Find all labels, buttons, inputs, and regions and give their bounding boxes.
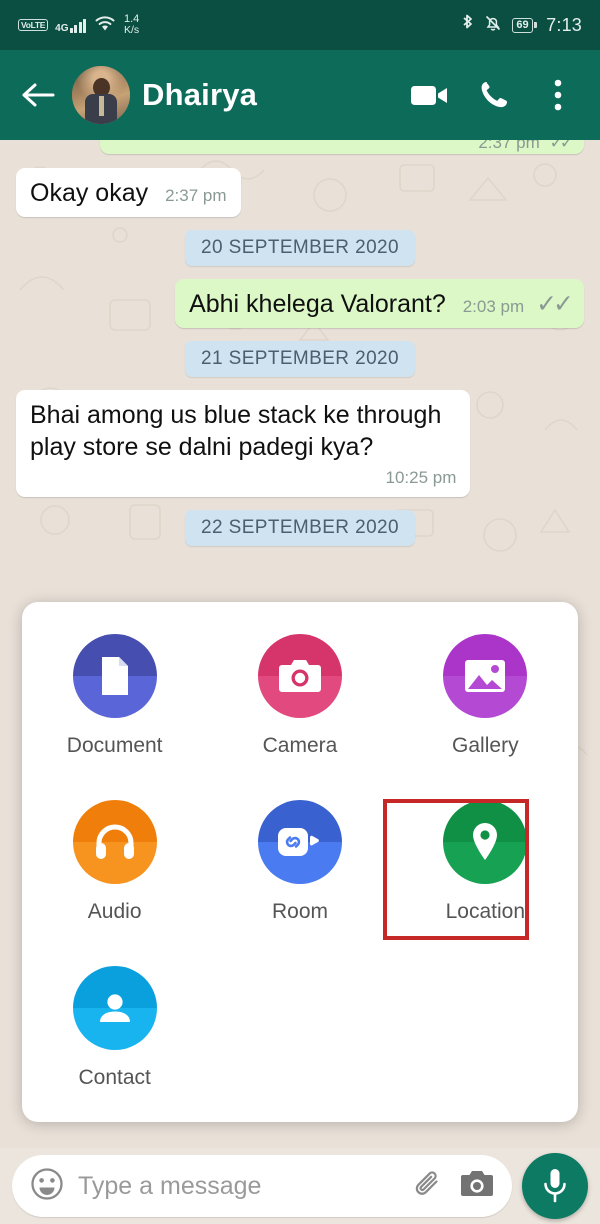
attachment-row-2: Audio Room Location (22, 800, 578, 924)
message-text: Bhai among us blue stack ke through play… (30, 401, 442, 461)
date-chip: 22 SEPTEMBER 2020 (185, 509, 415, 546)
read-receipt-icon: ✓✓ (549, 140, 574, 152)
attachment-label: Contact (78, 1066, 151, 1089)
attachment-label: Location (445, 900, 526, 923)
person-icon[interactable] (72, 966, 157, 1050)
clipped-outgoing-bubble[interactable]: 2:37 pm ✓✓ (100, 140, 584, 154)
attachment-option-camera[interactable]: Camera (207, 634, 392, 758)
status-bar-right: 69 7:13 (461, 13, 582, 38)
document-icon[interactable] (72, 634, 157, 718)
attachment-row-1: Document Camera Gallery (22, 634, 578, 758)
attachment-label: Room (271, 900, 328, 923)
message-input-bar: Type a message (0, 1148, 600, 1224)
attachment-label: Document (66, 734, 163, 757)
read-receipt-icon: ✓✓ (536, 290, 574, 318)
date-chip: 20 SEPTEMBER 2020 (185, 230, 415, 266)
volte-icon: VoLTE (18, 18, 49, 32)
voice-record-button[interactable] (522, 1153, 588, 1219)
date-separator-row: 21 SEPTEMBER 2020 (16, 341, 584, 377)
back-arrow-icon[interactable] (16, 73, 60, 117)
paperclip-icon[interactable] (412, 1167, 446, 1206)
attachment-option-gallery[interactable]: Gallery (393, 634, 578, 758)
camera-icon[interactable] (460, 1169, 494, 1204)
attachment-option-audio[interactable]: Audio (22, 800, 207, 924)
headphones-icon[interactable] (72, 800, 157, 884)
message-time: 2:37 pm (165, 186, 227, 205)
wifi-icon (93, 14, 117, 37)
status-bar-left: VoLTE 4G 1.4 K/s (18, 14, 139, 37)
message-text: Okay okay (30, 179, 149, 207)
message-placeholder[interactable]: Type a message (78, 1172, 398, 1201)
page-title[interactable]: Dhairya (142, 77, 392, 113)
chat-header: Dhairya (0, 50, 600, 140)
attachment-row-3: Contact (22, 966, 578, 1090)
status-bar-clock: 7:13 (546, 14, 582, 35)
gallery-icon[interactable] (443, 634, 528, 718)
phone-call-icon[interactable] (468, 69, 520, 121)
date-separator-row: 20 SEPTEMBER 2020 (16, 230, 584, 266)
avatar[interactable] (72, 66, 130, 124)
more-options-icon[interactable] (532, 69, 584, 121)
bluetooth-icon (461, 13, 474, 38)
message-row: Okay okay 2:37 pm (16, 168, 584, 217)
camera-icon[interactable] (257, 634, 342, 718)
status-bar: VoLTE 4G 1.4 K/s 69 7:13 (0, 0, 600, 50)
message-time: 2:03 pm (462, 297, 525, 316)
signal-bars-icon: 4G (55, 18, 86, 33)
attachment-label: Audio (87, 900, 142, 923)
microphone-icon (544, 1169, 566, 1203)
message-time: 10:25 pm (385, 468, 457, 487)
incoming-message-bubble[interactable]: Okay okay 2:37 pm (16, 168, 241, 217)
data-rate-indicator: 1.4 K/s (124, 13, 140, 36)
messenger-room-icon[interactable] (257, 800, 342, 884)
attachment-label: Camera (262, 734, 338, 757)
date-chip: 21 SEPTEMBER 2020 (185, 341, 415, 377)
message-row: Bhai among us blue stack ke through play… (16, 390, 584, 497)
attachment-option-document[interactable]: Document (22, 634, 207, 758)
incoming-message-bubble[interactable]: Bhai among us blue stack ke through play… (16, 390, 471, 497)
message-meta: 2:37 pm ✓✓ (478, 140, 574, 153)
attachment-option-location[interactable]: Location (393, 800, 578, 924)
attachment-label: Gallery (452, 734, 519, 757)
battery-icon: 69 (512, 17, 538, 33)
video-call-icon[interactable] (404, 69, 456, 121)
attachment-option-contact[interactable]: Contact (22, 966, 207, 1090)
message-text: Abhi khelega Valorant? (189, 290, 446, 318)
emoji-smiley-icon[interactable] (30, 1167, 64, 1206)
location-pin-icon[interactable] (443, 800, 528, 884)
date-separator-row: 22 SEPTEMBER 2020 (16, 509, 584, 546)
attachment-option-room[interactable]: Room (207, 800, 392, 924)
message-input-field[interactable]: Type a message (12, 1155, 512, 1217)
attachment-panel[interactable]: Document Camera Gallery Audio Room Locat… (22, 602, 578, 1122)
mute-icon (483, 13, 503, 38)
message-row: Abhi khelega Valorant? 2:03 pm ✓✓ (16, 279, 584, 328)
outgoing-message-bubble[interactable]: Abhi khelega Valorant? 2:03 pm ✓✓ (175, 279, 584, 328)
